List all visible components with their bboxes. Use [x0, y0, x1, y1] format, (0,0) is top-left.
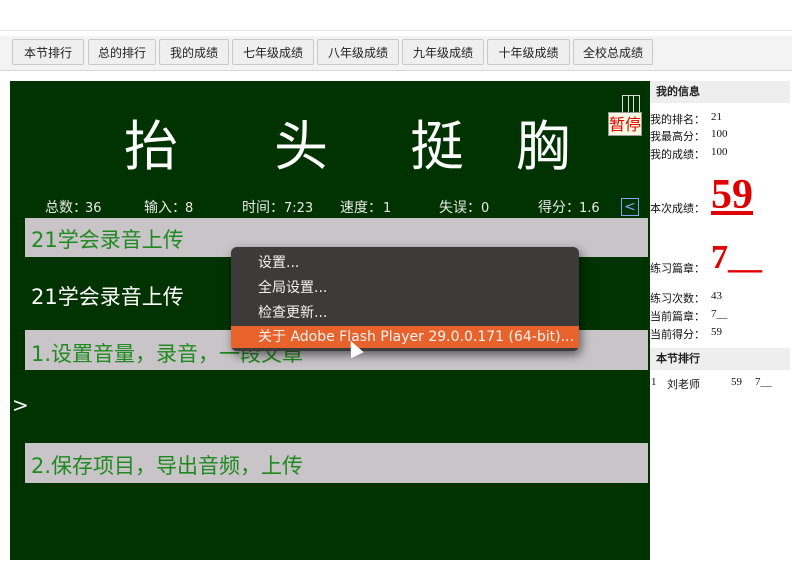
menu-item-about-flash[interactable]: 关于 Adobe Flash Player 29.0.0.171 (64-bit… — [231, 326, 579, 348]
this-score-label: 本次成绩： — [650, 203, 705, 215]
rank-label: 我的排名： — [650, 114, 705, 126]
menu-item-settings[interactable]: 设置... — [231, 252, 579, 274]
best-score-value: 100 — [711, 128, 728, 140]
menu-item-global-settings[interactable]: 全局设置... — [231, 277, 579, 299]
ranking-rank: 1 — [651, 376, 657, 388]
ranking-score: 59 — [731, 376, 742, 388]
title-char-2: 头 — [274, 115, 328, 178]
stat-score-label: 得分： — [538, 200, 580, 216]
tab-section-ranking[interactable]: 本节排行 — [12, 39, 84, 65]
practice-count-value: 43 — [711, 290, 722, 302]
chapter-label: 练习篇章： — [650, 263, 705, 275]
chevron-right-icon: > — [12, 393, 29, 417]
info-sidebar: 我的信息 我的排名： 21 我最高分： 100 我的成绩： 100 本次成绩： … — [650, 81, 792, 560]
tab-overall-ranking[interactable]: 总的排行 — [88, 39, 156, 65]
tab-my-scores[interactable]: 我的成绩 — [159, 39, 229, 65]
stat-input-label: 输入： — [144, 200, 186, 216]
ranking-chapter: 7__ — [755, 376, 772, 388]
this-score-value: 59 — [711, 172, 753, 218]
stat-total-label: 总数： — [45, 200, 87, 216]
stat-errors-value: 0 — [481, 201, 490, 216]
tab-grade7-scores[interactable]: 七年级成绩 — [232, 39, 314, 65]
stat-speed-value: 1 — [383, 201, 392, 216]
tab-grade10-scores[interactable]: 十年级成绩 — [487, 39, 570, 65]
source-line-3: 2.保存项目，导出音频，上传 — [31, 454, 304, 478]
pause-button[interactable]: 暂停 — [608, 112, 642, 136]
stat-input-value: 8 — [185, 201, 194, 216]
my-score-value: 100 — [711, 146, 728, 158]
browser-top-strip — [0, 0, 792, 31]
stat-time-label: 时间： — [242, 200, 284, 216]
title-char-3: 挺 — [410, 115, 464, 178]
tab-bar: 本节排行 总的排行 我的成绩 七年级成绩 八年级成绩 九年级成绩 十年级成绩 全… — [0, 36, 792, 71]
current-chapter-label: 当前篇章： — [650, 311, 705, 323]
source-line-1: 21学会录音上传 — [31, 228, 184, 252]
tab-grade9-scores[interactable]: 九年级成绩 — [402, 39, 484, 65]
my-score-label: 我的成绩： — [650, 149, 705, 161]
tab-school-total-scores[interactable]: 全校总成绩 — [573, 39, 653, 65]
chapter-value: 7__ — [711, 239, 762, 276]
menu-item-check-updates[interactable]: 检查更新... — [231, 302, 579, 324]
section-ranking-header: 本节排行 — [650, 348, 790, 370]
current-chapter-value: 7__ — [711, 308, 728, 320]
current-score-value: 59 — [711, 326, 722, 338]
left-arrow-button[interactable]: < — [621, 198, 639, 216]
title-char-1: 抬 — [124, 115, 178, 178]
stat-time-value: 7:23 — [284, 201, 314, 216]
tab-grade8-scores[interactable]: 八年级成绩 — [317, 39, 399, 65]
stat-total-value: 36 — [85, 201, 102, 216]
practice-count-label: 练习次数： — [650, 293, 705, 305]
context-menu: 设置... 全局设置... 检查更新... 关于 Adobe Flash Pla… — [231, 247, 579, 351]
typed-line-1: 21学会录音上传 — [31, 285, 184, 309]
stat-score-value: 1.6 — [579, 201, 600, 216]
current-score-label: 当前得分： — [650, 329, 705, 341]
stat-speed-label: 速度： — [340, 200, 382, 216]
title-char-4: 胸 — [516, 115, 570, 178]
ranking-name: 刘老师 — [667, 379, 700, 391]
best-score-label: 我最高分： — [650, 131, 705, 143]
rank-value: 21 — [711, 111, 722, 123]
stat-errors-label: 失误： — [439, 200, 481, 216]
my-info-header: 我的信息 — [650, 81, 790, 103]
